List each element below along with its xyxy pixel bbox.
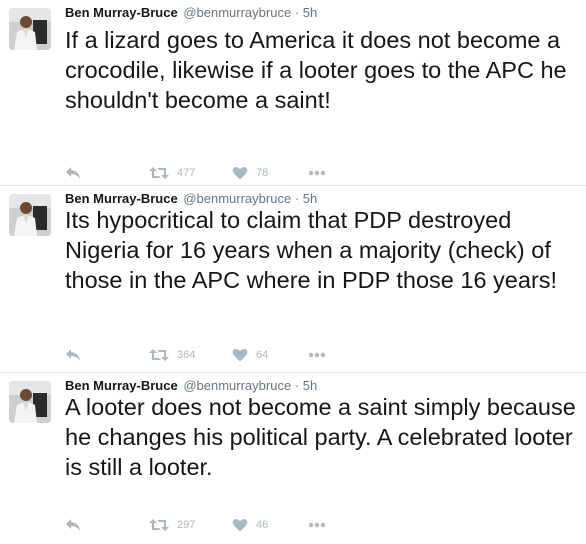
separator-dot: · (294, 5, 300, 20)
like-count: 78 (256, 167, 269, 179)
more-button[interactable] (308, 517, 326, 533)
more-icon (308, 352, 326, 358)
avatar[interactable] (9, 381, 51, 423)
like-button[interactable]: 46 (232, 517, 268, 533)
like-button[interactable]: 64 (232, 347, 268, 363)
tweet[interactable]: Ben Murray-Bruce @benmurraybruce · 5h A … (0, 373, 586, 544)
author-name[interactable]: Ben Murray-Bruce (65, 191, 178, 206)
author-name[interactable]: Ben Murray-Bruce (65, 5, 178, 20)
more-button[interactable] (308, 165, 326, 181)
reply-icon (65, 166, 81, 180)
retweet-button[interactable]: 477 (149, 165, 195, 181)
more-icon (308, 170, 326, 176)
tweet[interactable]: Ben Murray-Bruce @benmurraybruce · 5h It… (0, 186, 586, 373)
reply-icon (65, 518, 81, 532)
retweet-count: 477 (177, 167, 196, 179)
tweet-actions: 297 46 (65, 517, 365, 533)
retweet-icon (149, 166, 169, 180)
retweet-icon (149, 348, 169, 362)
separator-dot: · (294, 191, 300, 206)
tweet-text: Its hypocritical to claim that PDP destr… (65, 207, 558, 293)
author-handle[interactable]: @benmurraybruce (183, 191, 291, 206)
tweet[interactable]: Ben Murray-Bruce @benmurraybruce · 5h If… (0, 0, 586, 186)
tweet-timestamp[interactable]: 5h (303, 5, 317, 20)
retweet-button[interactable]: 297 (149, 517, 195, 533)
like-count: 64 (256, 349, 269, 361)
avatar[interactable] (9, 194, 51, 236)
tweet-timestamp[interactable]: 5h (303, 378, 317, 393)
retweet-icon (149, 518, 169, 532)
retweet-button[interactable]: 364 (149, 347, 195, 363)
heart-icon (232, 348, 248, 362)
reply-button[interactable] (65, 347, 81, 363)
heart-icon (232, 518, 248, 532)
retweet-count: 364 (177, 349, 196, 361)
tweet-actions: 364 64 (65, 347, 365, 363)
tweet-timeline: Ben Murray-Bruce @benmurraybruce · 5h If… (0, 0, 586, 544)
more-button[interactable] (308, 347, 326, 363)
more-icon (308, 522, 326, 528)
tweet-timestamp[interactable]: 5h (303, 191, 317, 206)
author-handle[interactable]: @benmurraybruce (183, 5, 291, 20)
retweet-count: 297 (177, 519, 196, 531)
tweet-header: Ben Murray-Bruce @benmurraybruce · 5h (65, 5, 317, 21)
reply-icon (65, 348, 81, 362)
separator-dot: · (294, 378, 300, 393)
like-count: 46 (256, 519, 269, 531)
like-button[interactable]: 78 (232, 165, 268, 181)
avatar[interactable] (9, 8, 51, 50)
tweet-actions: 477 78 (65, 165, 365, 181)
reply-button[interactable] (65, 165, 81, 181)
tweet-text: If a lizard goes to America it does not … (65, 27, 567, 113)
author-name[interactable]: Ben Murray-Bruce (65, 378, 178, 393)
reply-button[interactable] (65, 517, 81, 533)
author-handle[interactable]: @benmurraybruce (183, 378, 291, 393)
tweet-text: A looter does not become a saint simply … (65, 394, 576, 480)
heart-icon (232, 166, 248, 180)
